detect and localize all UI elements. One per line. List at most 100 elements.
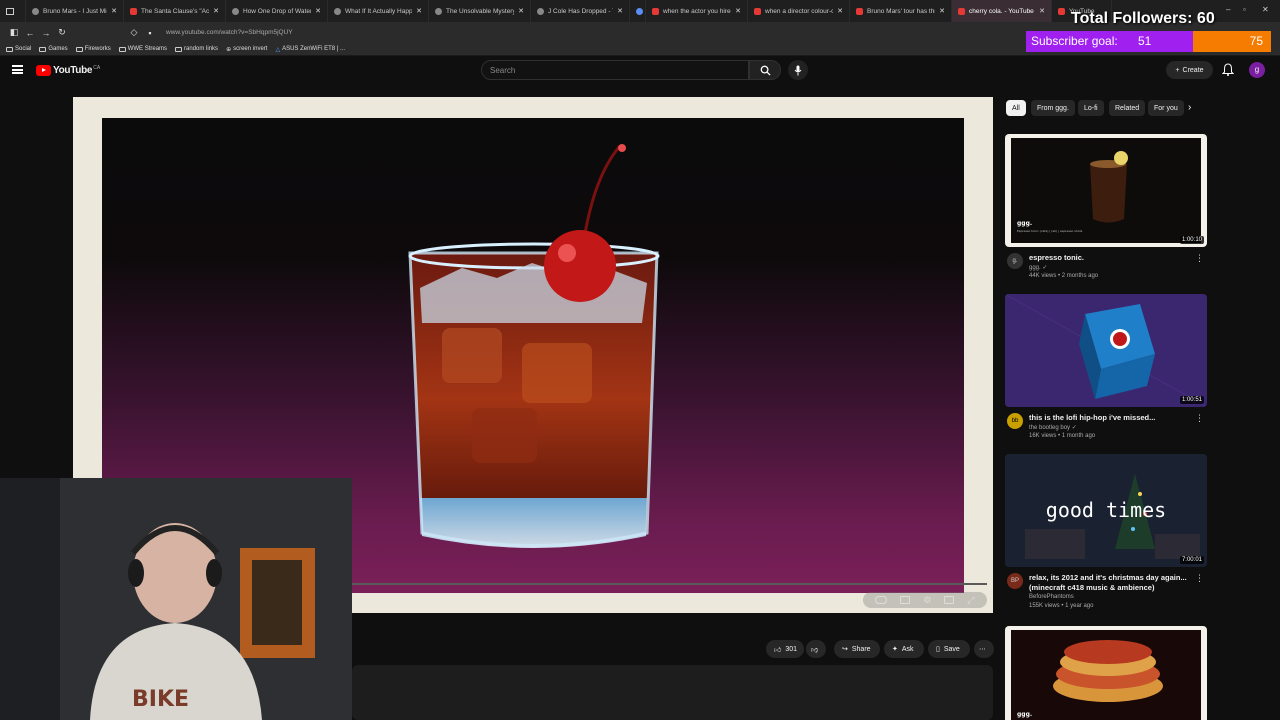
voice-search-button[interactable] — [788, 60, 808, 80]
hamburger-menu-icon[interactable] — [12, 65, 23, 74]
chip-for-you[interactable]: For you — [1148, 100, 1184, 116]
chip-from-channel[interactable]: From ggg. — [1031, 100, 1075, 116]
video-thumbnail[interactable]: ggg. — [1005, 626, 1207, 720]
chip-all[interactable]: All — [1006, 100, 1026, 116]
browser-tab[interactable]: when a director colour-cod✕ — [748, 0, 850, 22]
channel-name[interactable]: ggg. ✓ — [1029, 264, 1047, 271]
tab-favicon-icon — [636, 7, 643, 15]
browser-tab[interactable]: The Santa Clause's "Accidental✕ — [124, 0, 226, 22]
notifications-bell-icon[interactable] — [1222, 63, 1234, 76]
folder-icon — [118, 46, 126, 52]
video-thumbnail[interactable]: 1:00:51 — [1005, 294, 1207, 407]
account-avatar[interactable]: g — [1249, 62, 1265, 78]
lock-icon[interactable]: ▪ — [142, 28, 158, 38]
sidebar-toggle-icon[interactable]: ◧ — [6, 27, 22, 38]
tab-close-icon[interactable]: ✕ — [1039, 7, 1045, 15]
chip-related[interactable]: Related — [1109, 100, 1146, 116]
youtube-favicon-icon — [856, 7, 863, 15]
chip-lofi[interactable]: Lo-fi — [1078, 100, 1104, 116]
video-title[interactable]: espresso tonic. — [1029, 253, 1197, 263]
channel-name[interactable]: BeforePhantoms — [1029, 594, 1074, 600]
settings-gear-icon[interactable]: ⚙ — [923, 595, 931, 606]
tab-close-icon[interactable]: ✕ — [111, 7, 117, 15]
bookmark-item[interactable]: Fireworks — [75, 46, 111, 52]
video-thumbnail[interactable]: ggg. Espresso tonic (cafe) | (all) | esp… — [1005, 134, 1207, 247]
recommended-video[interactable]: 1:00:51 bb this is the lofi hip-hop i've… — [1005, 294, 1207, 453]
channel-name[interactable]: the bootleg boy ✓ — [1029, 424, 1077, 431]
browser-tab[interactable]: What If It Actually Happened✕ — [328, 0, 429, 22]
bookmark-item[interactable]: Social — [6, 46, 31, 52]
channel-avatar[interactable]: bb — [1007, 413, 1023, 429]
search-button[interactable] — [749, 60, 781, 80]
tab-close-icon[interactable]: ✕ — [518, 7, 524, 15]
lofi-cigarette-box-thumbnail — [1005, 294, 1207, 407]
thumbs-down-icon: 👎︎ — [811, 646, 819, 654]
theater-mode-icon[interactable] — [944, 596, 955, 604]
more-vertical-icon[interactable]: ⋮ — [1195, 253, 1204, 264]
video-meta: 155K views • 1 year ago — [1029, 603, 1094, 609]
video-title[interactable]: this is the lofi hip-hop i've missed... — [1029, 413, 1197, 423]
reload-icon[interactable]: ↻ — [54, 27, 70, 38]
tab-close-icon[interactable]: ✕ — [617, 7, 623, 15]
more-vertical-icon[interactable]: ⋮ — [1195, 573, 1204, 584]
recommended-video[interactable]: ggg. — [1005, 626, 1207, 720]
maximize-icon[interactable]: ▫ — [1243, 5, 1246, 14]
recommended-video[interactable]: ggg. Espresso tonic (cafe) | (all) | esp… — [1005, 134, 1207, 293]
browser-tab[interactable]: Bruno Mars' tour has three✕ — [850, 0, 952, 22]
tab-close-icon[interactable]: ✕ — [213, 7, 219, 15]
shield-icon[interactable]: ◇ — [126, 27, 142, 38]
tab-list-icon — [6, 7, 14, 15]
bookmark-item[interactable]: Games — [39, 46, 68, 52]
video-thumbnail[interactable]: good times 7:00:01 — [1005, 454, 1207, 567]
create-button[interactable]: + Create — [1166, 61, 1213, 79]
bookmark-item[interactable]: ⊕ screen invert — [226, 46, 267, 53]
window-close-icon[interactable]: ✕ — [1262, 5, 1269, 14]
streamer-webcam-image: BIKE — [0, 478, 352, 720]
save-button[interactable]: ▯ Save — [928, 640, 970, 658]
forward-icon[interactable]: → — [38, 28, 54, 38]
tab-list-button[interactable] — [0, 0, 26, 22]
dislike-button[interactable]: 👎︎ — [806, 640, 826, 658]
tab-close-icon[interactable]: ✕ — [939, 7, 945, 15]
tab-favicon-icon — [334, 7, 341, 15]
tab-close-icon[interactable]: ✕ — [315, 7, 321, 15]
svg-text:ggg.: ggg. — [1017, 711, 1032, 718]
ask-button[interactable]: ✦ Ask — [884, 640, 924, 658]
search-input[interactable]: Search — [481, 60, 749, 80]
more-actions-button[interactable]: ⋯ — [974, 640, 994, 658]
bookmark-item[interactable]: WWE Streams — [118, 46, 167, 52]
back-icon[interactable]: ← — [22, 28, 38, 38]
share-button[interactable]: ↪ Share — [834, 640, 880, 658]
bookmark-item[interactable]: △ ASUS ZenWiFi ET8 | ... — [275, 46, 345, 53]
recommended-video[interactable]: good times 7:00:01 BP relax, its 2012 an… — [1005, 454, 1207, 613]
browser-tab[interactable] — [630, 0, 646, 22]
verified-icon: ✓ — [1042, 265, 1048, 271]
duration-badge: 1:00:51 — [1179, 396, 1204, 404]
chevron-right-icon[interactable]: › — [1188, 102, 1191, 113]
browser-tab[interactable]: The Unsolvable Mystery of✕ — [429, 0, 531, 22]
svg-text:ggg.: ggg. — [1017, 220, 1032, 227]
tab-close-icon[interactable]: ✕ — [416, 7, 422, 15]
browser-tab[interactable]: J Cole Has Dropped - The Fall✕ — [531, 0, 630, 22]
fullscreen-icon[interactable]: ⤢ — [967, 595, 974, 606]
youtube-logo[interactable]: YouTube CA — [36, 65, 100, 76]
bookmark-item[interactable]: random links — [175, 46, 218, 52]
captions-icon[interactable] — [900, 596, 911, 604]
svg-text:good times: good times — [1046, 498, 1166, 522]
sparkle-icon: ✦ — [892, 646, 898, 653]
description-panel[interactable] — [352, 665, 993, 720]
browser-tab[interactable]: Bruno Mars - I Just Might [Official✕ — [26, 0, 124, 22]
tab-close-icon[interactable]: ✕ — [735, 7, 741, 15]
browser-tab-active[interactable]: cherry cola. - YouTube ✕ — [952, 0, 1052, 22]
browser-tab[interactable]: when the actor you hired di✕ — [646, 0, 748, 22]
url-field[interactable]: www.youtube.com/watch?v=SbHqpm5jQUY — [166, 29, 293, 36]
like-button[interactable]: 👍︎ 301 — [766, 640, 804, 658]
tab-close-icon[interactable]: ✕ — [837, 7, 843, 15]
channel-avatar[interactable]: BP — [1007, 573, 1023, 589]
autoplay-toggle-icon[interactable] — [875, 596, 888, 604]
video-title[interactable]: relax, its 2012 and it's christmas day a… — [1029, 573, 1197, 593]
channel-avatar[interactable]: g. — [1007, 253, 1023, 269]
minimize-icon[interactable]: – — [1226, 5, 1230, 14]
more-vertical-icon[interactable]: ⋮ — [1195, 413, 1204, 424]
browser-tab[interactable]: How One Drop of Water Could✕ — [226, 0, 328, 22]
